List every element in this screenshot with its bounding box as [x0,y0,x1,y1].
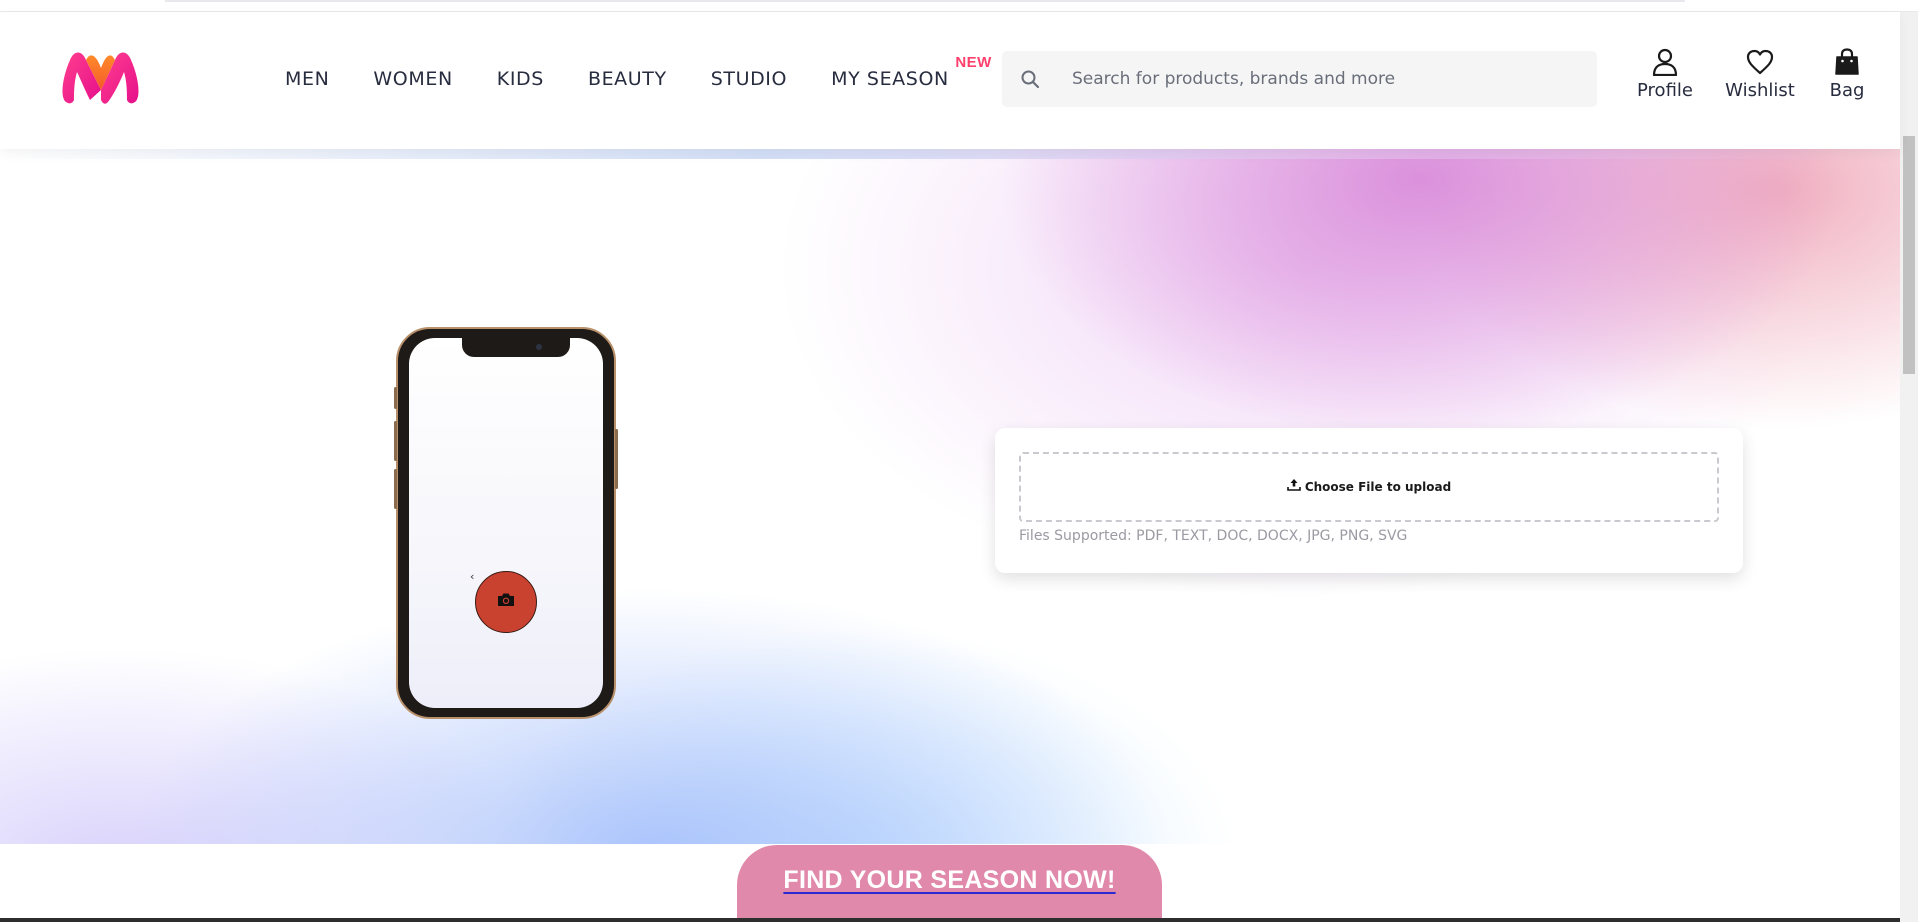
scrollbar[interactable] [1900,12,1918,922]
bag-label: Bag [1829,80,1865,101]
phone-side-button [615,429,618,489]
upload-card: Choose File to upload Files Supported: P… [995,428,1743,573]
header-actions: Profile Wishlist Bag [1630,46,1872,101]
profile-label: Profile [1637,80,1693,101]
choose-file-button[interactable]: Choose File to upload [1019,452,1719,522]
nav-studio-label: STUDIO [710,68,788,90]
nav-my-season-label: MY SEASON [831,68,949,90]
search-icon[interactable] [1002,51,1058,107]
nav-studio[interactable]: STUDIO [711,68,787,90]
hero-section: ‹ Choose File to upload Files Supported:… [0,149,1900,844]
phone-camera-dot [536,344,542,350]
browser-top-strip [0,0,1918,12]
profile-icon [1652,46,1678,78]
phone-side-button [394,469,397,509]
search-input[interactable] [1072,69,1592,89]
capture-button[interactable] [475,571,537,633]
nav-kids-label: KIDS [496,68,544,90]
site-header: MEN WOMEN KIDS BEAUTY STUDIO MY SEASON N… [0,12,1900,149]
scrollbar-thumb[interactable] [1903,136,1915,374]
phone-screen: ‹ [409,338,603,708]
logo-icon [62,52,139,104]
back-chevron-icon[interactable]: ‹ [470,570,474,583]
choose-file-label: Choose File to upload [1304,480,1452,494]
nav-beauty-label: BEAUTY [587,68,667,90]
files-supported-note: Files Supported: PDF, TEXT, DOC, DOCX, J… [1019,528,1408,544]
phone-mockup: ‹ [394,327,618,719]
camera-icon [497,592,515,612]
phone-side-button [394,421,397,461]
myntra-logo[interactable] [60,48,142,106]
phone-notch [462,338,570,357]
search-bar [1002,51,1597,107]
new-badge: NEW [955,54,992,71]
heart-icon [1746,46,1774,78]
cta-label: FIND YOUR SEASON NOW! [783,866,1116,894]
bottom-edge [0,918,1900,922]
nav-kids[interactable]: KIDS [497,68,544,90]
nav-women-label: WOMEN [373,68,453,90]
bag-icon [1834,46,1860,78]
bag-button[interactable]: Bag [1822,46,1872,101]
profile-button[interactable]: Profile [1630,46,1700,101]
nav-men[interactable]: MEN [285,68,329,90]
nav-beauty[interactable]: BEAUTY [588,68,667,90]
find-your-season-button[interactable]: FIND YOUR SEASON NOW! [737,845,1162,922]
hero-top-glow [0,149,1900,159]
upload-icon [1287,478,1301,496]
wishlist-button[interactable]: Wishlist [1718,46,1802,101]
top-divider [165,0,1685,2]
nav-women[interactable]: WOMEN [373,68,452,90]
nav-men-label: MEN [285,68,330,90]
phone-side-button [394,387,397,409]
nav-my-season[interactable]: MY SEASON NEW [831,54,991,90]
main-nav: MEN WOMEN KIDS BEAUTY STUDIO MY SEASON N… [285,54,993,90]
wishlist-label: Wishlist [1725,80,1795,101]
